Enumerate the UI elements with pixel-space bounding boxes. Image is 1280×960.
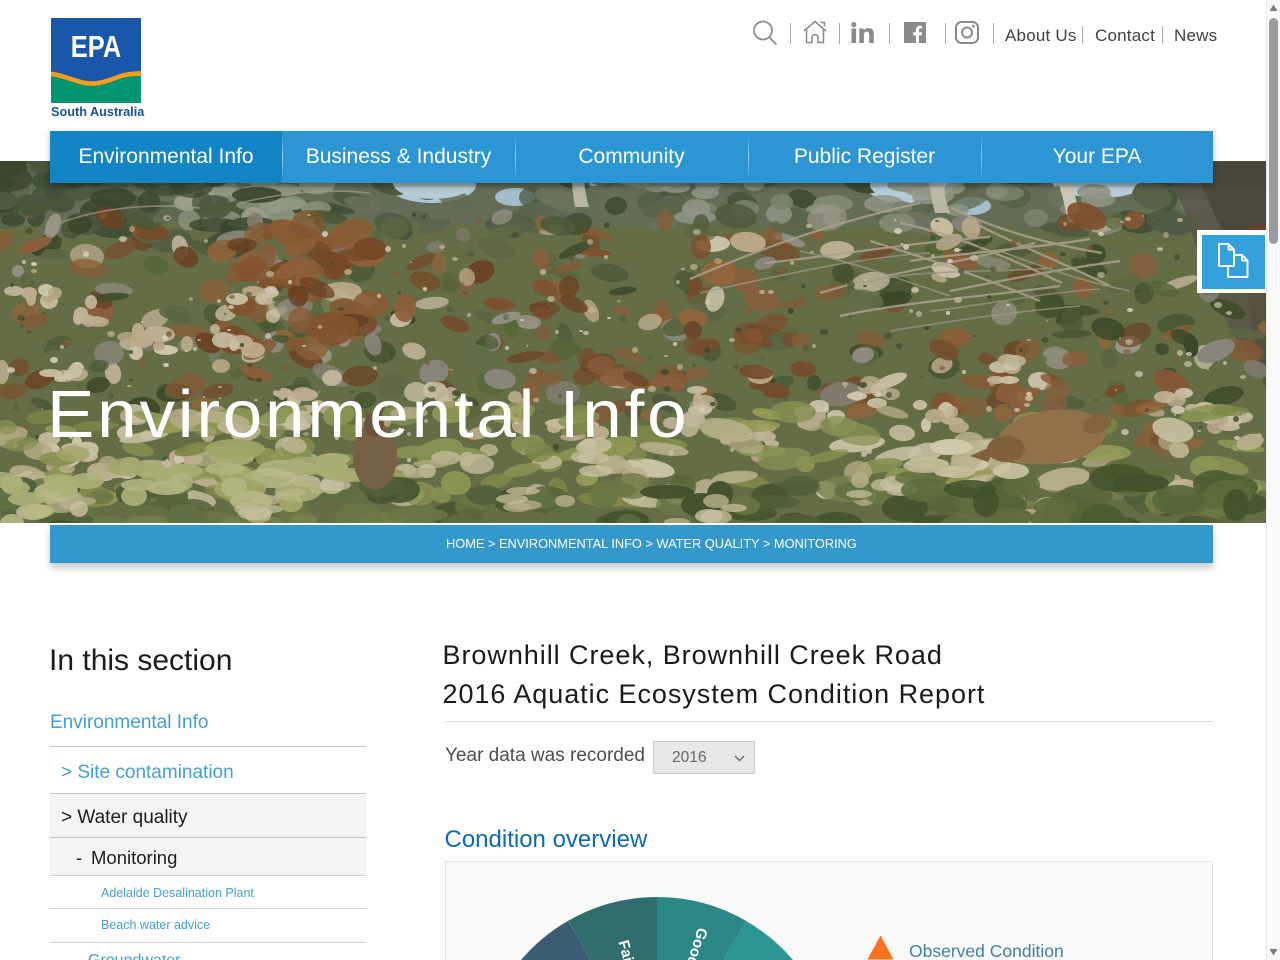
svg-text:Observed Condition: Observed Condition — [909, 941, 1064, 960]
